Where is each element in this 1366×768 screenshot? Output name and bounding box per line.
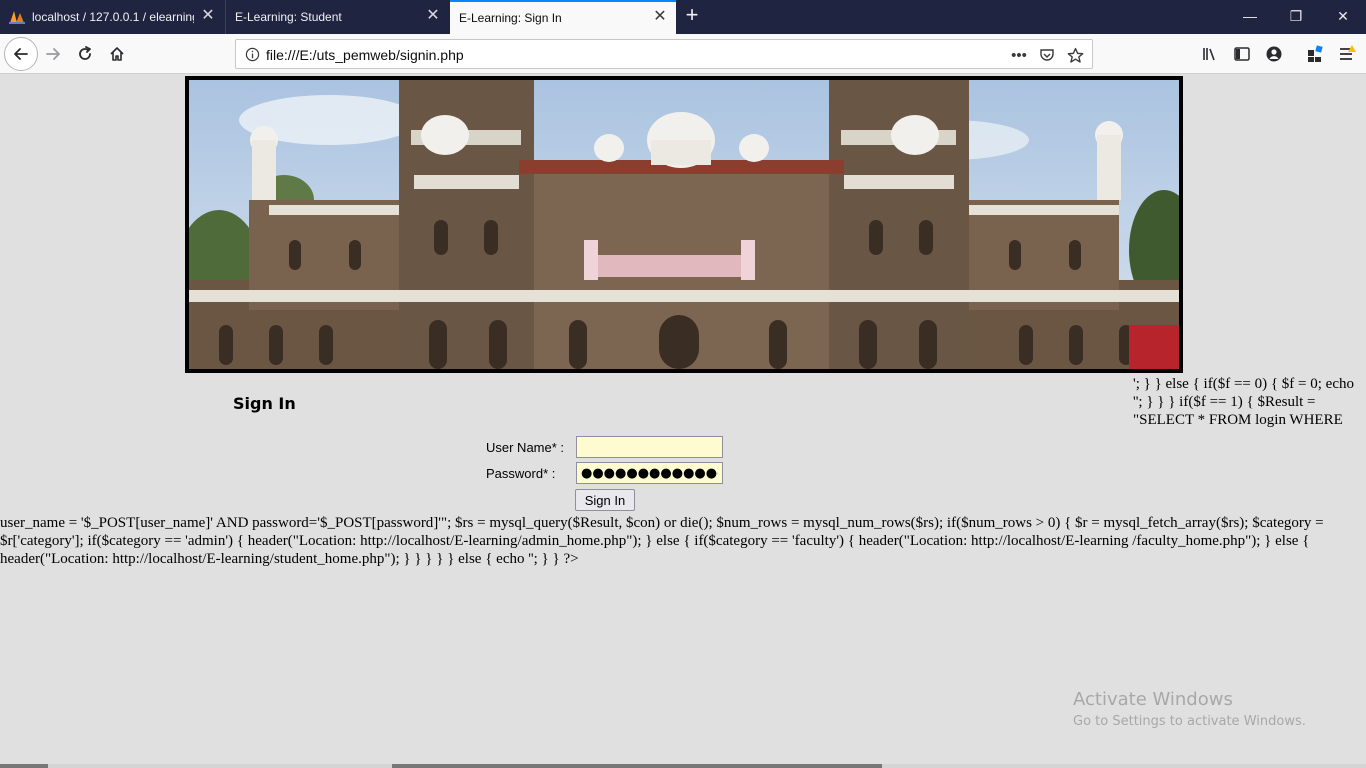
home-button[interactable]	[102, 39, 132, 69]
banner-image	[185, 76, 1183, 373]
url-text[interactable]: file:///E:/uts_pemweb/signin.php	[266, 47, 464, 63]
tab-label: localhost / 127.0.0.1 / elearning	[32, 10, 194, 24]
back-button[interactable]	[4, 37, 38, 71]
account-icon[interactable]	[1262, 42, 1286, 66]
activate-windows-watermark: Activate Windows Go to Settings to activ…	[1073, 689, 1306, 729]
php-source-leak-right: '; } } else { if($f == 0) { $f = 0; echo…	[1133, 376, 1354, 428]
restore-button[interactable]: ❐	[1273, 0, 1319, 32]
sidebar-icon[interactable]	[1230, 42, 1254, 66]
tab-label: E-Learning: Student	[235, 10, 342, 24]
close-tab-icon[interactable]: ✕	[425, 8, 441, 24]
forward-button[interactable]	[38, 39, 68, 69]
close-window-button[interactable]: ✕	[1320, 0, 1366, 32]
url-actions: •••	[1008, 44, 1086, 66]
username-input[interactable]	[576, 436, 723, 458]
library-icon[interactable]	[1198, 42, 1222, 66]
minimize-button[interactable]: —	[1227, 0, 1273, 32]
home-icon	[110, 47, 124, 61]
new-tab-button[interactable]: +	[680, 4, 704, 28]
info-icon[interactable]	[245, 47, 260, 62]
bottom-scroll-strip	[0, 764, 1366, 768]
password-input[interactable]	[576, 462, 723, 484]
hamburger-menu-icon[interactable]	[1335, 42, 1359, 66]
close-tab-icon[interactable]: ✕	[200, 8, 216, 24]
pocket-icon[interactable]	[1036, 44, 1058, 66]
star-icon[interactable]	[1064, 44, 1086, 66]
page-actions-icon[interactable]: •••	[1008, 44, 1030, 66]
tab-signin-active[interactable]: E-Learning: Sign In ✕	[450, 0, 676, 34]
tab-phpmyadmin[interactable]: localhost / 127.0.0.1 / elearning ✕	[0, 0, 224, 34]
nav-toolbar: file:///E:/uts_pemweb/signin.php •••	[0, 34, 1366, 74]
watermark-subtitle: Go to Settings to activate Windows.	[1073, 714, 1306, 729]
signin-button[interactable]: Sign In	[575, 489, 635, 511]
extensions-icon[interactable]	[1303, 42, 1327, 66]
watermark-title: Activate Windows	[1073, 689, 1233, 710]
tab-strip: localhost / 127.0.0.1 / elearning ✕ E-Le…	[0, 0, 1366, 34]
phpmyadmin-sail-icon	[9, 11, 25, 24]
arrow-left-icon	[14, 48, 28, 60]
reload-button[interactable]	[70, 39, 100, 69]
page-title: Sign In	[233, 394, 296, 413]
tab-label: E-Learning: Sign In	[459, 11, 562, 25]
page-content: '; } } else { if($f == 0) { $f = 0; echo…	[0, 75, 1366, 768]
php-source-leak-bottom: user_name = '$_POST[user_name]' AND pass…	[0, 515, 1324, 567]
url-bar[interactable]: file:///E:/uts_pemweb/signin.php •••	[235, 39, 1093, 69]
username-label: User Name* :	[486, 440, 565, 455]
tab-student[interactable]: E-Learning: Student ✕	[225, 0, 449, 34]
arrow-right-icon	[46, 48, 60, 60]
palace-building-illustration	[189, 80, 1179, 369]
reload-icon	[79, 46, 91, 60]
close-tab-icon[interactable]: ✕	[652, 9, 668, 25]
password-label: Password* :	[486, 466, 556, 481]
